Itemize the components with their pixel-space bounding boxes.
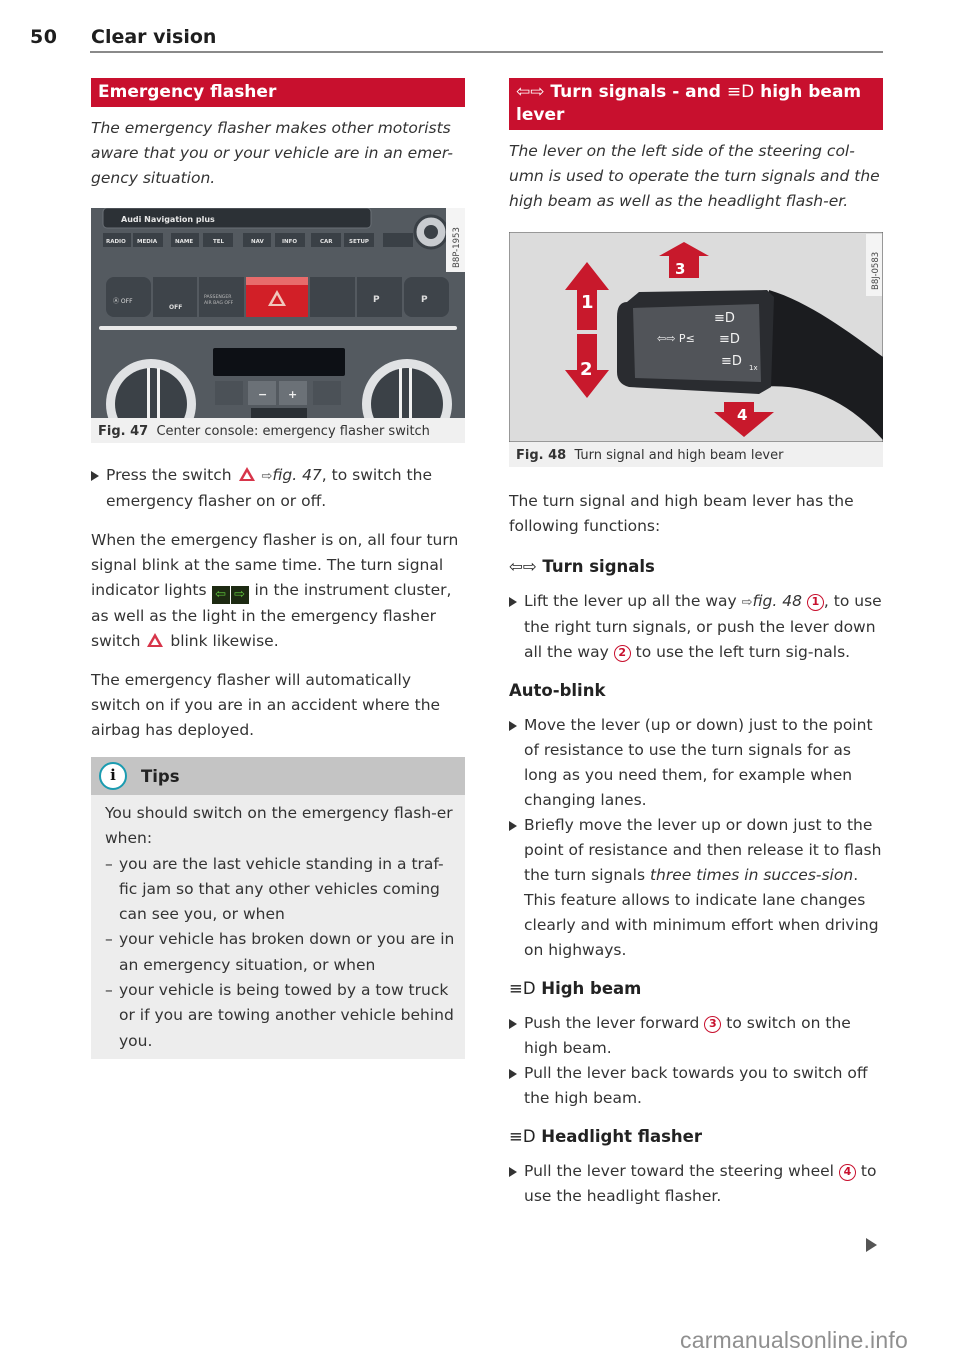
figure-48-number: Fig. 48 [516, 448, 567, 463]
figure-48-caption: Fig. 48 Turn signal and high beam lever [509, 442, 883, 467]
tips-body: You should switch on the emergency flash… [91, 795, 465, 1059]
tips-intro: You should switch on the emergency flash… [105, 804, 453, 848]
figure-48: B8J-0583 ⇦⇨ P≤ ≡D ≡D ≡D 1x 1 2 3 4 Fig. … [509, 232, 883, 467]
turn-signal-arrows-icon: ⇦⇨ [516, 82, 545, 102]
section-heading-turn-signal-lever: ⇦⇨ Turn signals - and ≡D high beam lever [509, 78, 883, 130]
functions-intro: The turn signal and high beam lever has … [509, 492, 854, 535]
subheading-high-beam: ≡D High beam [509, 979, 642, 998]
callout-number-4: 4 [838, 1164, 856, 1181]
center-console-illustration: Audi Navigation plus RADIO MEDIA NAME TE… [91, 208, 465, 418]
tips-list-item: – you are the last vehicle standing in a … [105, 854, 444, 924]
section-intro: The emergency flasher makes other motori… [91, 119, 453, 187]
right-turn-indicator-icon: ⇨ [230, 586, 249, 604]
nav-button-tel: TEL [213, 239, 225, 245]
watermark: carmanualsonline.info [680, 1327, 908, 1353]
section-heading-emergency-flasher: Emergency flasher [91, 78, 465, 107]
figure-47: Audi Navigation plus RADIO MEDIA NAME TE… [91, 208, 465, 443]
subheading-auto-blink: Auto-blink [509, 681, 606, 700]
callout-number-2: 2 [613, 645, 631, 662]
reference-arrow-icon: ⇨ [261, 469, 273, 484]
bullet-triangle-icon [509, 821, 517, 831]
climate-plus-button: + [288, 388, 297, 401]
nav-button-media: MEDIA [137, 239, 158, 245]
switch-traction-off: OFF [169, 304, 182, 311]
high-beam-icon: ≡D [509, 979, 536, 998]
tips-box: i Tips You should switch on the emergenc… [91, 757, 465, 1059]
left-column: Emergency flasher The emergency flasher … [91, 78, 465, 1059]
figure-47-caption: Fig. 47 Center console: emergency flashe… [91, 418, 465, 443]
high-beam-icon: ≡D [726, 82, 755, 102]
nav-button-radio: RADIO [106, 239, 126, 245]
hazard-warning-icon [238, 467, 255, 481]
svg-text:2: 2 [580, 359, 593, 380]
step-headlight-flasher: Pull the lever toward the steering wheel… [509, 1159, 883, 1209]
figure-47-caption-text: Center console: emergency flasher switch [156, 424, 430, 439]
header-divider [90, 51, 883, 53]
switch-parking-system: P [421, 295, 428, 305]
info-icon: i [99, 762, 127, 790]
figure-code: B8P-1953 [452, 227, 462, 268]
svg-text:4: 4 [737, 406, 747, 424]
nav-button-setup: SETUP [349, 239, 369, 245]
figure-47-number: Fig. 47 [98, 424, 149, 439]
switch-passenger-airbag: PASSENGER [204, 294, 232, 300]
nav-button-row: RADIO MEDIA NAME TEL NAV INFO CAR SETUP [103, 233, 413, 247]
subheading-headlight-flasher: ≡D Headlight flasher [509, 1127, 702, 1146]
bullet-triangle-icon [509, 597, 517, 607]
paragraph-blink-behavior: When the emergency flasher is on, all fo… [91, 531, 459, 650]
callout-number-3: 3 [704, 1016, 722, 1033]
step-auto-blink-hold: Move the lever (up or down) just to the … [509, 713, 883, 813]
nav-button-info: INFO [282, 239, 297, 245]
step-press-switch: Press the switch ⇨fig. 47, to switch the… [91, 463, 465, 514]
step-auto-blink-tap: Briefly move the lever up or down just t… [509, 813, 883, 963]
svg-text:3: 3 [675, 260, 685, 278]
step-high-beam-on: Push the lever forward 3 to switch on th… [509, 1011, 883, 1061]
continue-next-page-icon [866, 1238, 877, 1252]
figure-48-caption-text: Turn signal and high beam lever [574, 448, 784, 463]
hazard-warning-icon [147, 633, 164, 647]
reference-arrow-icon: ⇨ [741, 595, 753, 610]
nav-button-nav: NAV [251, 239, 264, 245]
section-intro: The lever on the left side of the steeri… [509, 142, 880, 210]
tips-header: i Tips [91, 757, 465, 795]
callout-number-1: 1 [806, 594, 824, 611]
tips-title: Tips [141, 766, 180, 786]
climate-minus-button: − [258, 388, 267, 401]
nav-button-car: CAR [320, 239, 333, 245]
svg-text:AIR BAG OFF: AIR BAG OFF [204, 300, 234, 306]
bullet-triangle-icon [91, 471, 99, 481]
svg-text:1: 1 [581, 292, 594, 313]
step-high-beam-off: Pull the lever back towards you to switc… [509, 1061, 883, 1111]
lever-label-1x: 1x [749, 364, 758, 372]
lever-label-flasher: ≡D [721, 354, 742, 369]
right-column: ⇦⇨ Turn signals - and ≡D high beam lever… [509, 78, 883, 1209]
switch-parking-aid: P [373, 295, 380, 305]
step-turn-signals: Lift the lever up all the way ⇨fig. 48 1… [509, 589, 883, 665]
bullet-triangle-icon [509, 1069, 517, 1079]
left-turn-indicator-icon: ⇦ [211, 586, 230, 604]
page-number: 50 [30, 26, 58, 48]
tips-list-item: – your vehicle has broken down or you are… [105, 930, 455, 974]
nav-button-name: NAME [175, 239, 193, 245]
lever-label-turn-parking: ⇦⇨ P≤ [657, 332, 695, 345]
climate-display [213, 348, 345, 376]
tips-list-item: – your vehicle is being towed by a tow tr… [105, 981, 454, 1050]
figure-48-link[interactable]: fig. 48 [753, 592, 802, 610]
figure-47-link[interactable]: fig. 47 [272, 466, 321, 484]
paragraph-auto-activation: The emergency flasher will automatically… [91, 671, 441, 739]
bullet-triangle-icon [509, 1019, 517, 1029]
figure-code: B8J-0583 [871, 252, 881, 290]
turn-signal-arrows-icon: ⇦⇨ [509, 557, 537, 576]
lever-label-highbeam: ≡D [714, 311, 735, 326]
bullet-triangle-icon [509, 721, 517, 731]
chapter-title: Clear vision [91, 26, 217, 48]
nav-display-title: Audi Navigation plus [121, 215, 215, 224]
switch-esc-off: Ⓐ OFF [113, 297, 133, 305]
bullet-triangle-icon [509, 1167, 517, 1177]
high-beam-icon: ≡D [509, 1127, 536, 1146]
turn-signal-lever-illustration: B8J-0583 ⇦⇨ P≤ ≡D ≡D ≡D 1x 1 2 3 4 [509, 232, 883, 442]
lever-label-highbeam-2: ≡D [719, 332, 740, 347]
subheading-turn-signals: ⇦⇨ Turn signals [509, 557, 655, 576]
switch-row: Ⓐ OFF OFF PASSENGER AIR BAG OFF P P [106, 277, 449, 317]
